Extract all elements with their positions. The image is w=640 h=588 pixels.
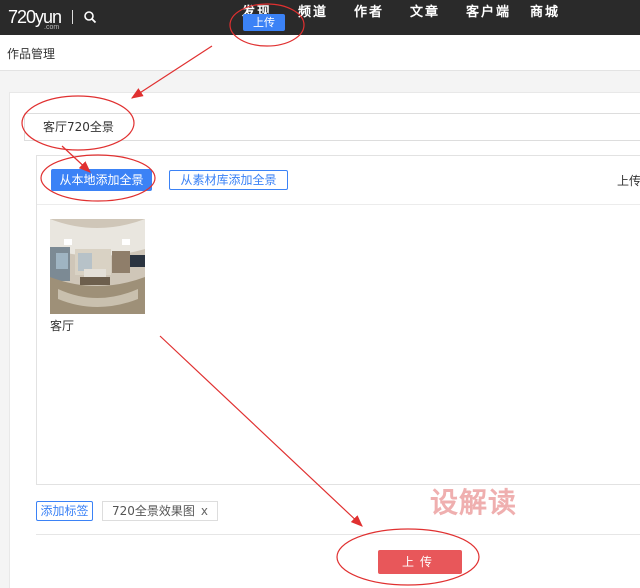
upload-status-label: 上传 — [617, 174, 640, 188]
nav-item-client[interactable]: 客户端 — [466, 1, 511, 20]
watermark: 设解读 — [430, 486, 518, 519]
nav-item-author[interactable]: 作者 — [354, 1, 384, 20]
tag-label: 720全景效果图 — [112, 504, 195, 518]
nav-item-mall[interactable]: 商城 — [530, 1, 560, 20]
top-navbar: 720yun .com 发现 频道 作者 文章 客户端 商城 上传 — [0, 0, 640, 35]
toolbar-divider — [37, 204, 640, 205]
subheader: 作品管理 — [0, 35, 640, 71]
page: 720yun .com 发现 频道 作者 文章 客户端 商城 上传 作品管理 客… — [0, 0, 640, 588]
close-icon[interactable]: x — [201, 502, 208, 520]
nav-upload-button[interactable]: 上传 — [243, 14, 285, 31]
logo-subtext: .com — [44, 24, 60, 31]
add-from-local-button[interactable]: 从本地添加全景 — [51, 169, 152, 191]
nav-item-channel[interactable]: 频道 — [298, 1, 328, 20]
thumbnail-caption: 客厅 — [50, 319, 75, 333]
add-tag-button[interactable]: 添加标签 — [36, 501, 93, 521]
tag-chip: 720全景效果图 x — [102, 501, 218, 521]
add-from-library-button[interactable]: 从素材库添加全景 — [169, 170, 288, 190]
nav-divider — [72, 10, 73, 24]
upload-button[interactable]: 上传 — [378, 550, 462, 574]
search-icon[interactable] — [82, 9, 98, 25]
logo[interactable]: 720yun .com — [8, 7, 62, 31]
nav-item-article[interactable]: 文章 — [410, 1, 440, 20]
panorama-thumbnail[interactable] — [50, 219, 145, 314]
page-title: 作品管理 — [7, 47, 56, 61]
panorama-name-input[interactable]: 客厅720全景 — [24, 113, 640, 141]
bottom-divider — [36, 534, 640, 535]
